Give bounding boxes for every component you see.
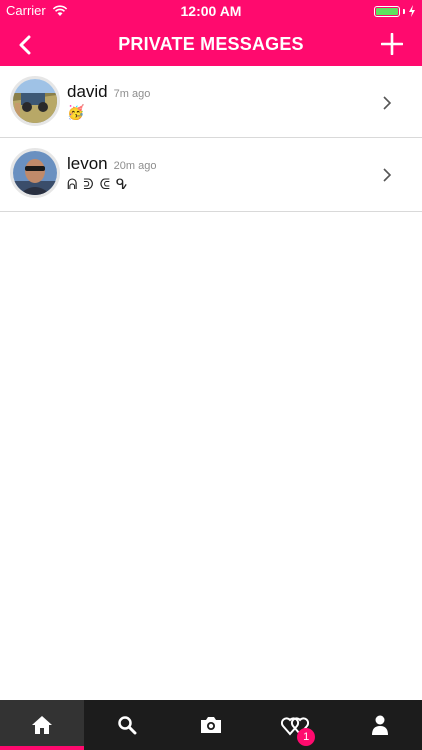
tab-profile[interactable] xyxy=(338,700,422,750)
avatar xyxy=(10,148,60,198)
message-preview: ᕱ ᕲ ᕳ ᕴ xyxy=(67,176,129,192)
chevron-right-icon xyxy=(383,96,392,110)
chevron-right-icon xyxy=(383,168,392,182)
nav-bar: PRIVATE MESSAGES xyxy=(0,22,422,66)
tab-activity[interactable]: 1 xyxy=(253,700,337,750)
message-time: 20m ago xyxy=(113,160,157,172)
battery-indicator xyxy=(374,5,416,17)
tab-search[interactable] xyxy=(84,700,168,750)
camera-icon xyxy=(201,717,222,733)
new-message-button[interactable] xyxy=(376,28,408,60)
message-time: 7m ago xyxy=(113,88,151,100)
battery-icon xyxy=(374,5,400,17)
avatar xyxy=(10,76,60,126)
header: Carrier 12:00 AM PRIVATE MESSAGES xyxy=(0,0,422,66)
home-icon xyxy=(32,716,53,734)
plus-icon xyxy=(381,33,403,55)
conversation-row-levon[interactable]: levon 20m ago ᕱ ᕲ ᕳ ᕴ xyxy=(0,138,422,212)
status-bar: Carrier 12:00 AM xyxy=(0,0,422,22)
search-icon xyxy=(117,716,137,735)
message-preview: 🥳 xyxy=(67,104,86,120)
notification-badge: 1 xyxy=(297,728,316,746)
tab-bar: 1 xyxy=(0,700,422,750)
contact-name: levon xyxy=(67,154,108,173)
conversation-row-david[interactable]: david 7m ago 🥳 xyxy=(0,66,422,138)
status-time: 12:00 AM xyxy=(180,3,242,19)
tab-camera[interactable] xyxy=(169,700,253,750)
contact-name: david xyxy=(67,82,108,101)
tab-home[interactable] xyxy=(0,700,85,750)
profile-icon xyxy=(371,715,388,735)
page-title: PRIVATE MESSAGES xyxy=(118,34,304,54)
charging-bolt-icon xyxy=(409,5,415,17)
conversation-list: david 7m ago 🥳 levon 20m ago ᕱ ᕲ ᕳ ᕴ xyxy=(0,66,422,212)
